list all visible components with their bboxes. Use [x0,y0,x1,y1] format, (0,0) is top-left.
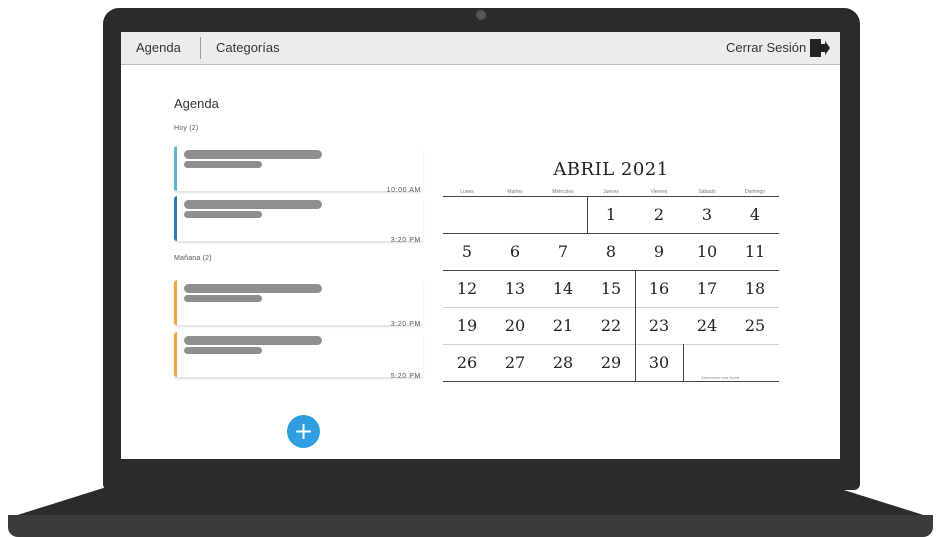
plus-icon [296,424,311,439]
calendar-day[interactable]: 15 [587,270,635,307]
calendar-day[interactable]: 3 [683,196,731,233]
weekday-label: Jueves [603,189,619,195]
calendar-day[interactable]: 6 [491,233,539,270]
calendar-day[interactable]: 5 [443,233,491,270]
logout-button[interactable]: Cerrar Sesión [726,32,806,64]
calendar-day[interactable]: 18 [731,270,779,307]
add-event-button[interactable] [287,415,320,448]
laptop-deck [8,486,933,518]
tomorrow-group-label: Mañana (2) [174,255,212,262]
nav-divider [200,37,201,59]
calendar-rule [683,344,684,381]
calendar-day[interactable]: 26 [443,344,491,381]
calendar-day[interactable]: 30 [635,344,683,381]
event-time: 5:20 PM [390,373,421,380]
calendar-day[interactable]: 20 [491,307,539,344]
event-card[interactable]: 3:20 PM [174,280,423,328]
event-title-placeholder [184,284,322,293]
event-title-placeholder [184,200,322,209]
agenda-heading: Agenda [174,96,219,111]
calendar-day[interactable]: 22 [587,307,635,344]
logout-door-icon[interactable] [809,38,831,58]
calendar-day[interactable]: 12 [443,270,491,307]
calendar-day[interactable]: 25 [731,307,779,344]
event-subtitle-placeholder [184,295,262,302]
calendar-day[interactable]: 7 [539,233,587,270]
calendar-footer-note: Seleccione una fecha [701,375,740,380]
calendar-day[interactable]: 19 [443,307,491,344]
top-navigation-bar: Agenda Categorías Cerrar Sesión [121,32,840,65]
app-screen: Agenda Categorías Cerrar Sesión Agenda H… [121,32,840,459]
calendar-day[interactable]: 27 [491,344,539,381]
calendar-day[interactable]: 13 [491,270,539,307]
webcam [476,10,486,20]
weekday-label: Lunes [460,189,474,195]
calendar-rule [443,381,779,382]
calendar-day[interactable]: 17 [683,270,731,307]
calendar-day[interactable]: 28 [539,344,587,381]
calendar-day[interactable]: 24 [683,307,731,344]
calendar-day[interactable]: 21 [539,307,587,344]
weekday-label: Miércoles [552,189,574,195]
weekday-label: Viernes [650,189,668,195]
event-time: 10:00 AM [386,187,421,194]
event-title-placeholder [184,150,322,159]
calendar-day[interactable]: 29 [587,344,635,381]
calendar-day[interactable]: 11 [731,233,779,270]
weekday-label: Martes [507,189,523,195]
event-time: 3:20 PM [390,321,421,328]
weekday-label: Domingo [744,189,765,195]
calendar-day[interactable]: 8 [587,233,635,270]
event-card[interactable]: 10:00 AM [174,146,423,194]
calendar-day[interactable]: 9 [635,233,683,270]
tab-agenda[interactable]: Agenda [136,32,181,64]
calendar-month-title: ABRIL 2021 [553,159,669,180]
event-subtitle-placeholder [184,161,262,168]
event-card[interactable]: 5:20 PM [174,332,423,380]
calendar-day[interactable]: 14 [539,270,587,307]
weekday-label: Sábado [698,189,716,195]
tab-categories[interactable]: Categorías [216,32,280,64]
event-subtitle-placeholder [184,211,262,218]
event-subtitle-placeholder [184,347,262,354]
calendar-day[interactable]: 10 [683,233,731,270]
laptop-base [8,515,933,537]
today-group-label: Hoy (2) [174,125,199,132]
calendar-day[interactable]: 1 [587,196,635,233]
event-time: 3:20 PM [390,237,421,244]
event-card[interactable]: 3:20 PM [174,196,423,244]
calendar-day[interactable]: 2 [635,196,683,233]
calendar-day[interactable]: 23 [635,307,683,344]
calendar-grid: 1 2 3 4 5 6 7 8 9 10 11 12 13 14 15 16 1… [443,196,779,382]
calendar-day[interactable]: 16 [635,270,683,307]
event-title-placeholder [184,336,322,345]
calendar-day[interactable]: 4 [731,196,779,233]
